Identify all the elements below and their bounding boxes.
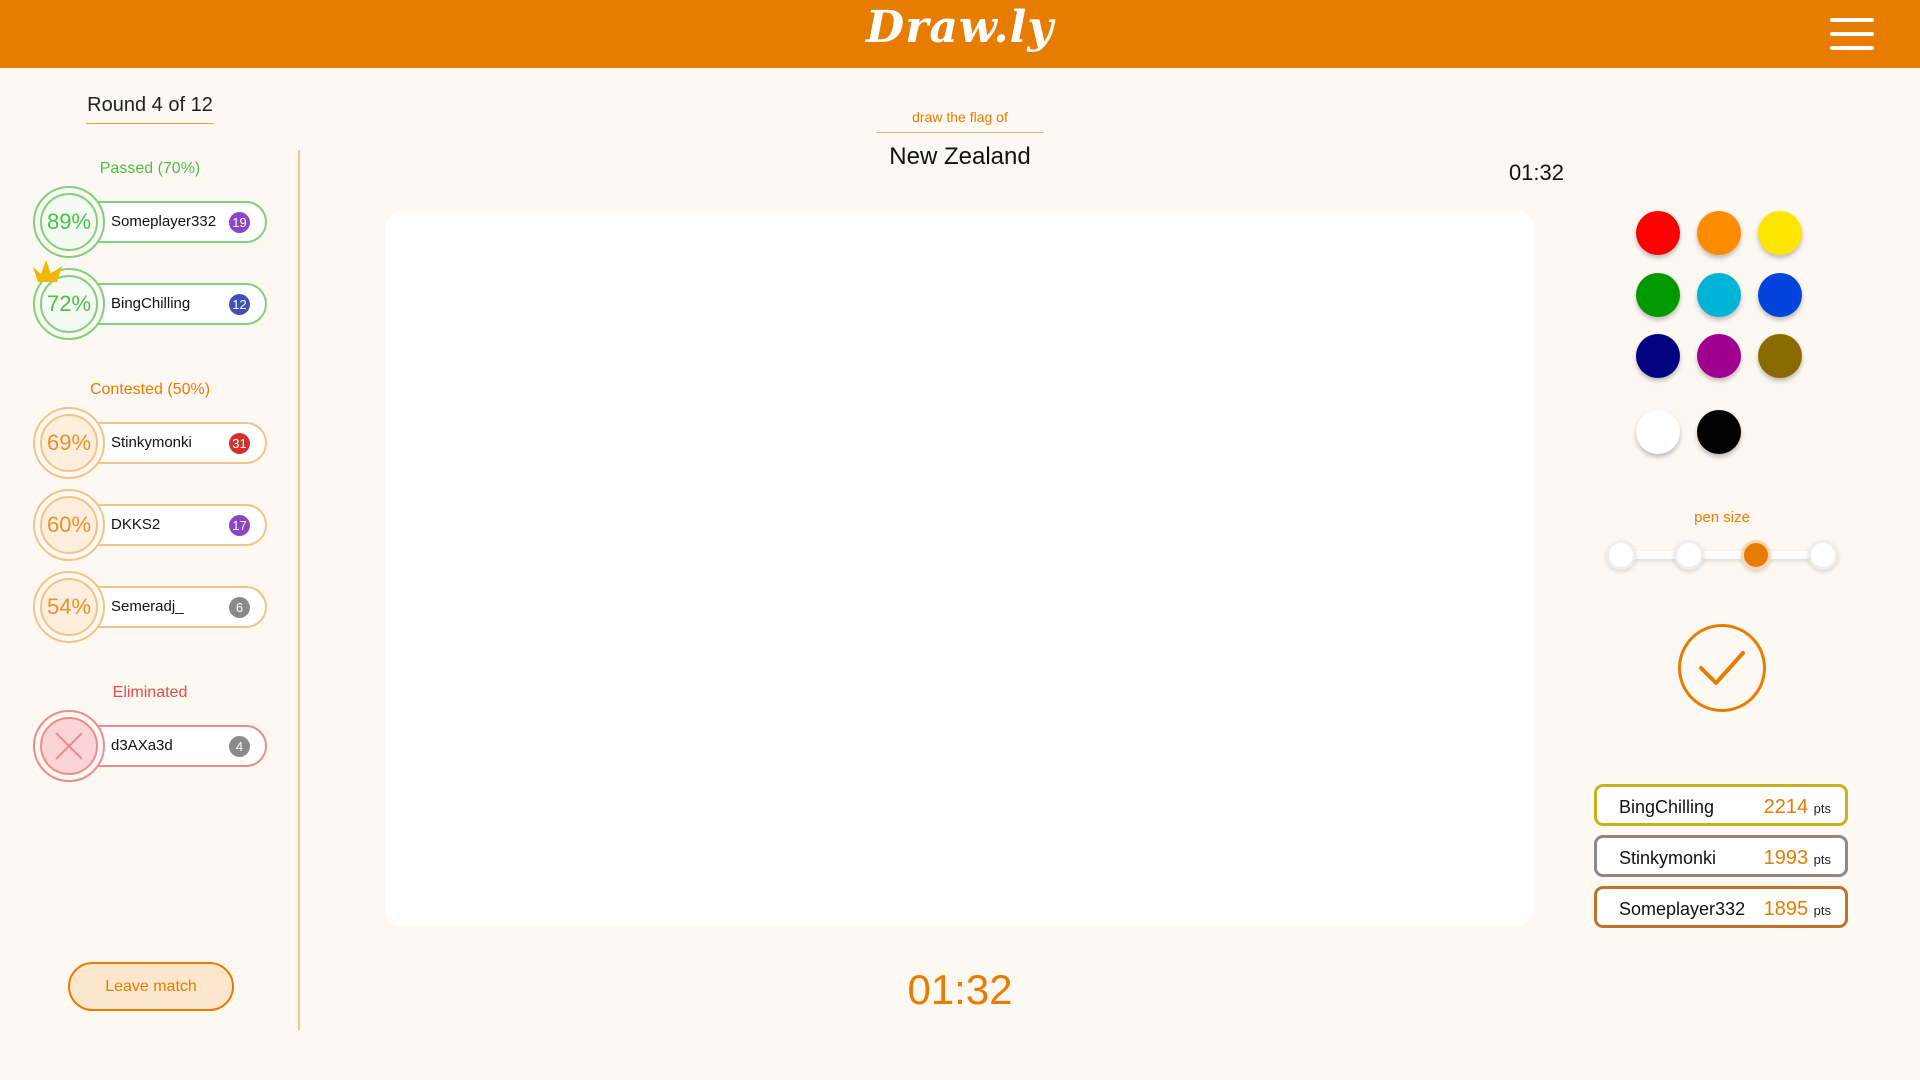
player-percent: 89% — [40, 193, 98, 251]
points-unit: pts — [1813, 801, 1831, 816]
player-name: BingChilling — [111, 295, 191, 312]
top-bar: Draw.ly — [0, 0, 1920, 68]
score-ring — [33, 710, 105, 782]
round-indicator: Round 4 of 12 — [86, 94, 214, 124]
player-name: Someplayer332 — [111, 213, 217, 230]
app-logo: Draw.ly — [866, 2, 1054, 53]
leaderboard-points: 1993 pts — [1764, 847, 1831, 870]
leaderboard-name: Stinkymonki — [1619, 848, 1717, 868]
color-swatch-purple[interactable] — [1697, 334, 1741, 378]
points-unit: pts — [1813, 903, 1831, 918]
contested-section-label: Contested (50%) — [89, 381, 211, 398]
pen-size-option-selected[interactable] — [1741, 540, 1771, 570]
color-swatch-orange[interactable] — [1697, 211, 1741, 255]
passed-section-label: Passed (70%) — [99, 160, 201, 177]
prompt-country: New Zealand — [889, 143, 1031, 170]
color-swatch-black[interactable] — [1697, 410, 1741, 454]
player-count-badge: 17 — [229, 515, 250, 536]
prompt-hint: draw the flag of — [876, 109, 1044, 133]
player-count-badge: 12 — [229, 294, 250, 315]
color-swatch-navy[interactable] — [1636, 334, 1680, 378]
submit-drawing-button[interactable] — [1678, 624, 1766, 712]
eliminated-section-label: Eliminated — [112, 684, 188, 701]
player-percent: 54% — [40, 578, 98, 636]
player-count-badge: 6 — [229, 597, 250, 618]
player-name: DKKS2 — [111, 516, 161, 533]
leaderboard-entry: Stinkymonki 1993 pts — [1594, 835, 1848, 877]
score-ring: 60% — [33, 489, 105, 561]
color-swatch-white[interactable] — [1636, 410, 1680, 454]
drawing-canvas[interactable] — [385, 211, 1534, 926]
checkmark-icon — [1699, 651, 1745, 685]
leaderboard-entry: BingChilling 2214 pts — [1594, 784, 1848, 826]
color-swatch-green[interactable] — [1636, 273, 1680, 317]
color-swatch-brown[interactable] — [1758, 334, 1802, 378]
pen-size-option[interactable] — [1606, 540, 1636, 570]
player-count-badge: 31 — [229, 433, 250, 454]
color-swatch-cyan[interactable] — [1697, 273, 1741, 317]
leaderboard-points: 2214 pts — [1764, 796, 1831, 819]
player-name: d3AXa3d — [111, 737, 173, 754]
crown-icon — [33, 260, 62, 282]
hamburger-menu-icon[interactable] — [1830, 16, 1878, 52]
color-swatch-yellow[interactable] — [1758, 211, 1802, 255]
points-value: 2214 — [1763, 796, 1809, 818]
score-ring: 89% — [33, 186, 105, 258]
player-name: Semeradj_ — [111, 598, 184, 615]
points-value: 1895 — [1763, 898, 1809, 920]
leaderboard-points: 1895 pts — [1764, 898, 1831, 921]
panel-divider — [298, 150, 300, 1030]
leaderboard-entry: Someplayer332 1895 pts — [1594, 886, 1848, 928]
player-percent: 60% — [40, 496, 98, 554]
player-row: 69% Stinkymonki 31 — [33, 407, 269, 479]
pen-size-option[interactable] — [1674, 540, 1704, 570]
player-percent: 69% — [40, 414, 98, 472]
player-row: 72% BingChilling 12 — [33, 260, 269, 340]
leaderboard-name: BingChilling — [1619, 797, 1715, 817]
player-count-badge: 19 — [229, 212, 250, 233]
points-unit: pts — [1813, 852, 1831, 867]
round-timer: 01:32 — [1508, 160, 1564, 185]
close-icon — [55, 732, 83, 760]
eliminated-marker — [40, 717, 98, 775]
score-ring: 54% — [33, 571, 105, 643]
pen-size-label: pen size — [1694, 509, 1750, 526]
player-row: 60% DKKS2 17 — [33, 489, 269, 561]
leave-match-button[interactable]: Leave match — [68, 962, 234, 1011]
points-value: 1993 — [1763, 847, 1809, 869]
leaderboard-name: Someplayer332 — [1619, 899, 1746, 919]
player-row: d3AXa3d 4 — [33, 710, 269, 782]
pen-size-slider[interactable] — [1610, 551, 1836, 559]
countdown-timer: 01:32 — [907, 966, 1013, 1013]
pen-size-option[interactable] — [1808, 540, 1838, 570]
color-swatch-red[interactable] — [1636, 211, 1680, 255]
score-ring: 69% — [33, 407, 105, 479]
color-swatch-blue[interactable] — [1758, 273, 1802, 317]
player-row: 89% Someplayer332 19 — [33, 186, 269, 258]
player-row: 54% Semeradj_ 6 — [33, 571, 269, 643]
player-name: Stinkymonki — [111, 434, 192, 451]
player-count-badge: 4 — [229, 736, 250, 757]
